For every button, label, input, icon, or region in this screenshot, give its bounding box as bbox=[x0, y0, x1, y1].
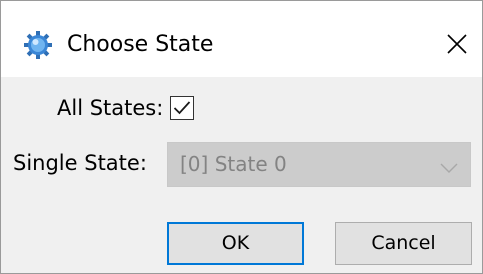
title-bar: Choose State bbox=[1, 1, 482, 77]
single-state-label: Single State: bbox=[13, 151, 147, 175]
single-state-dropdown[interactable]: [0] State 0 bbox=[167, 142, 471, 187]
gear-icon bbox=[22, 29, 54, 61]
all-states-label: All States: bbox=[57, 96, 164, 120]
all-states-checkbox[interactable] bbox=[170, 96, 194, 120]
single-state-value: [0] State 0 bbox=[180, 152, 287, 176]
chevron-down-icon bbox=[440, 159, 458, 178]
ok-button[interactable]: OK bbox=[167, 222, 304, 265]
cancel-button[interactable]: Cancel bbox=[335, 222, 472, 265]
close-button[interactable] bbox=[435, 22, 479, 66]
dialog-title: Choose State bbox=[67, 32, 214, 57]
choose-state-dialog: Choose State All States: Single State: [… bbox=[0, 0, 483, 274]
